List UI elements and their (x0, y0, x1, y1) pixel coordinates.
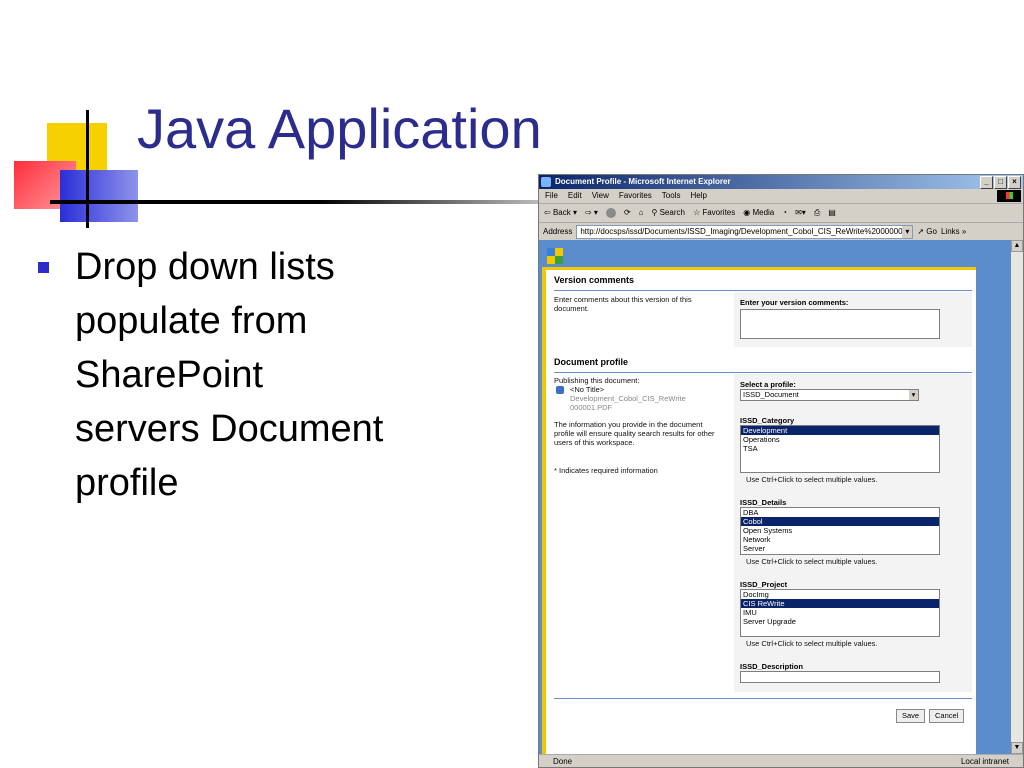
multi-select-hint: Use Ctrl+Click to select multiple values… (746, 557, 878, 566)
publishing-label: Publishing this document: (554, 376, 640, 385)
edit-icon[interactable]: ▤ (828, 204, 836, 222)
address-dropdown-icon[interactable]: ▾ (902, 225, 913, 238)
multi-select-hint: Use Ctrl+Click to select multiple values… (746, 639, 878, 648)
menu-favorites[interactable]: Favorites (619, 189, 652, 203)
scroll-down-icon[interactable]: ▼ (1011, 742, 1023, 754)
decor-blue-square (60, 170, 138, 222)
bullet-line: servers Document (75, 408, 384, 450)
security-zone: Local intranet (960, 757, 1009, 766)
bullet-marker (38, 262, 49, 273)
select-profile-label: Select a profile: (740, 380, 796, 389)
home-icon[interactable]: ⌂ (639, 204, 644, 222)
menu-view[interactable]: View (592, 189, 609, 203)
document-profile-heading: Document profile (554, 357, 629, 367)
chevron-down-icon[interactable]: ▾ (909, 390, 918, 400)
list-option[interactable]: Open Systems (741, 526, 939, 535)
minimize-button[interactable]: _ (980, 176, 993, 189)
profile-info-text: The information you provide in the docum… (554, 420, 715, 447)
address-bar: Address http://docsps/issd/Documents/ISS… (539, 223, 1023, 241)
required-info-text: * Indicates required information (554, 466, 658, 475)
list-option[interactable]: Network (741, 535, 939, 544)
project-listbox[interactable]: DocImg CIS ReWrite IMU Server Upgrade (740, 589, 940, 637)
section-divider (554, 372, 972, 373)
bullet-line: profile (75, 462, 179, 504)
windows-logo-icon (997, 190, 1021, 202)
list-option[interactable]: TSA (741, 444, 939, 453)
save-button[interactable]: Save (896, 709, 926, 723)
links-button[interactable]: Links » (941, 227, 966, 236)
menu-help[interactable]: Help (690, 189, 706, 203)
decor-vertical-line (86, 110, 89, 228)
toolbar: ⇦ Back ▾ ⇨ ▾ ⟳ ⌂ ⚲ Search ☆ Favorites ◉ … (539, 204, 1023, 223)
back-button[interactable]: ⇦ Back ▾ (544, 204, 577, 222)
status-text: Done (553, 757, 573, 766)
mail-icon[interactable]: ✉▾ (795, 204, 806, 222)
version-help-text: Enter comments about this version of thi… (554, 295, 692, 313)
description-input[interactable] (740, 671, 940, 683)
details-listbox[interactable]: DBA Cobol Open Systems Network Server (740, 507, 940, 555)
address-input[interactable]: http://docsps/issd/Documents/ISSD_Imagin… (576, 224, 914, 239)
close-button[interactable]: × (1008, 176, 1021, 189)
category-label: ISSD_Category (740, 416, 795, 425)
profile-select[interactable]: ISSD_Document ▾ (740, 389, 919, 401)
section-divider (554, 290, 972, 291)
category-listbox[interactable]: Development Operations TSA (740, 425, 940, 473)
window-title: Document Profile - Microsoft Internet Ex… (555, 177, 731, 186)
title-underline (50, 200, 540, 204)
sharepoint-logo-icon (547, 248, 563, 264)
scroll-up-icon[interactable]: ▲ (1011, 240, 1023, 252)
page-viewport: Version comments Enter comments about th… (539, 240, 1011, 754)
version-comments-label: Enter your version comments: (740, 298, 849, 307)
go-button[interactable]: ➚ Go (917, 227, 937, 236)
search-button[interactable]: ⚲ Search (651, 204, 684, 222)
window-titlebar: Document Profile - Microsoft Internet Ex… (539, 175, 1023, 189)
section-divider (554, 698, 972, 699)
slide-title: Java Application (137, 97, 542, 160)
description-label: ISSD_Description (740, 662, 803, 671)
document-title: <No Title> (570, 385, 605, 394)
cancel-button[interactable]: Cancel (929, 709, 965, 723)
document-profile-form: Version comments Enter comments about th… (542, 267, 976, 754)
bullet-line: populate from (75, 300, 308, 342)
vertical-scrollbar[interactable]: ▲ ▼ (1011, 240, 1023, 754)
list-option[interactable]: DocImg (741, 590, 939, 599)
status-bar: Done Local intranet (539, 754, 1023, 767)
multi-select-hint: Use Ctrl+Click to select multiple values… (746, 475, 878, 484)
list-option[interactable]: Server Upgrade (741, 617, 939, 626)
maximize-button[interactable]: □ (994, 176, 1007, 189)
version-comments-heading: Version comments (554, 275, 635, 285)
list-option[interactable]: Server (741, 544, 939, 553)
list-option[interactable]: CIS ReWrite (741, 599, 939, 608)
profile-select-value: ISSD_Document (743, 390, 799, 399)
menu-file[interactable]: File (545, 189, 558, 203)
history-icon[interactable]: ◔ (782, 204, 787, 222)
refresh-icon[interactable]: ⟳ (624, 204, 631, 222)
list-option[interactable]: Cobol (741, 517, 939, 526)
address-url: http://docsps/issd/Documents/ISSD_Imagin… (580, 226, 912, 236)
project-label: ISSD_Project (740, 580, 788, 589)
list-option[interactable]: Operations (741, 435, 939, 444)
bullet-line: SharePoint (75, 354, 264, 396)
stop-icon[interactable] (605, 208, 616, 218)
favorites-button[interactable]: ☆ Favorites (693, 204, 735, 222)
bullet-line: Drop down lists (75, 246, 335, 288)
version-comments-textarea[interactable] (740, 309, 940, 339)
list-option[interactable]: IMU (741, 608, 939, 617)
list-option[interactable]: Development (741, 426, 939, 435)
menu-edit[interactable]: Edit (568, 189, 582, 203)
list-option[interactable]: DBA (741, 508, 939, 517)
menu-bar: File Edit View Favorites Tools Help (539, 189, 1023, 204)
forward-button[interactable]: ⇨ ▾ (585, 204, 598, 222)
bullet-text: Drop down lists populate from SharePoint… (75, 240, 495, 510)
document-filename: Development_Cobol_CIS_ReWrite 000001.PDF (570, 394, 686, 412)
address-label: Address (543, 227, 573, 236)
browser-window: Document Profile - Microsoft Internet Ex… (538, 174, 1024, 768)
media-button[interactable]: ◉ Media (743, 204, 774, 222)
menu-tools[interactable]: Tools (662, 189, 681, 203)
document-icon (556, 386, 564, 394)
details-label: ISSD_Details (740, 498, 787, 507)
ie-icon (541, 177, 551, 187)
print-icon[interactable]: ⎙ (814, 204, 820, 222)
